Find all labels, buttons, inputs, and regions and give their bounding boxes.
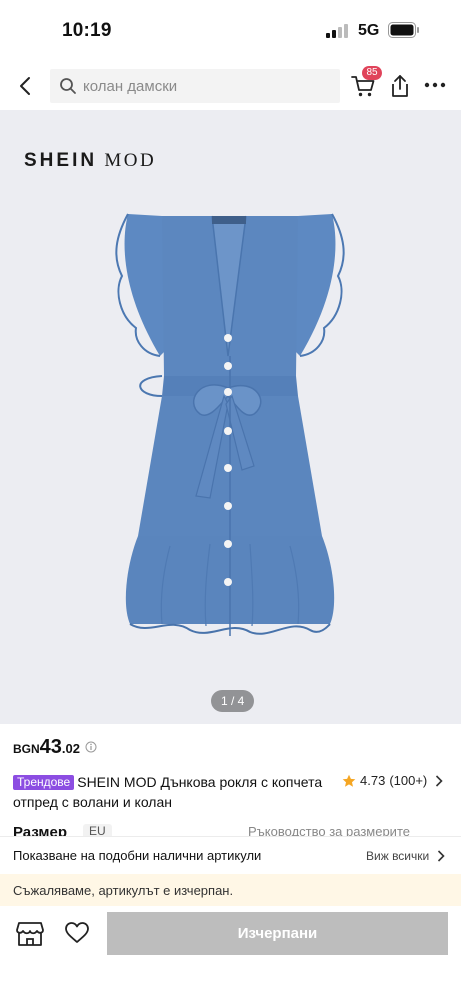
image-counter: 1 / 4 (211, 690, 255, 712)
price: BGN 43 .02 (13, 736, 97, 759)
signal-icon (326, 24, 348, 38)
out-of-stock-text: Съжаляваме, артикулът е изчерпан. (13, 883, 234, 898)
out-of-stock-notice: Съжаляваме, артикулът е изчерпан. (0, 874, 461, 906)
price-main: 43 (39, 736, 62, 758)
product-image-gallery[interactable]: SHEIN MOD 1 / 4 (0, 110, 461, 724)
similar-items-text: Показване на подобни налични артикули (13, 848, 262, 863)
cart-count-badge: 85 (362, 66, 382, 80)
product-title: Трендове SHEIN MOD Дънкова рокля с копчет… (13, 772, 333, 812)
heart-icon[interactable] (64, 921, 90, 945)
trending-badge[interactable]: Трендове (13, 775, 75, 790)
sold-out-button[interactable]: Изчерпани (107, 912, 448, 955)
product-image-denim-dress (115, 213, 345, 636)
similar-items-banner[interactable]: Показване на подобни налични артикули Ви… (0, 836, 461, 874)
size-row: Размер EU Ръководство за размерите (13, 824, 453, 836)
search-header: колан дамски 85 (0, 62, 461, 110)
size-system-select[interactable]: EU (83, 824, 112, 836)
more-icon[interactable] (424, 80, 446, 90)
share-icon[interactable] (388, 73, 412, 99)
search-input[interactable]: колан дамски (50, 69, 340, 103)
view-all-link[interactable]: Виж всички (366, 849, 429, 863)
chevron-right-icon (437, 850, 445, 862)
search-placeholder: колан дамски (83, 77, 178, 95)
star-icon (342, 774, 356, 787)
price-decimals: .02 (61, 741, 80, 756)
review-count: (100+) (389, 773, 428, 788)
back-icon[interactable] (14, 74, 38, 98)
chevron-right-icon (436, 774, 443, 787)
network-type: 5G (358, 22, 380, 39)
rating-summary[interactable]: 4.73 (100+) (342, 773, 443, 788)
store-icon[interactable] (15, 920, 45, 948)
info-icon[interactable] (85, 741, 97, 753)
bottom-action-bar: Изчерпани (0, 906, 461, 999)
status-bar: 10:19 5G (0, 0, 461, 62)
status-time: 10:19 (62, 20, 112, 41)
size-label: Размер (13, 824, 68, 836)
price-currency: BGN (13, 742, 40, 756)
rating-value: 4.73 (360, 773, 386, 788)
size-guide-link[interactable]: Ръководство за размерите (248, 824, 410, 836)
brand-logo: SHEIN MOD (24, 150, 157, 171)
search-icon (60, 78, 76, 94)
battery-icon (388, 22, 419, 38)
